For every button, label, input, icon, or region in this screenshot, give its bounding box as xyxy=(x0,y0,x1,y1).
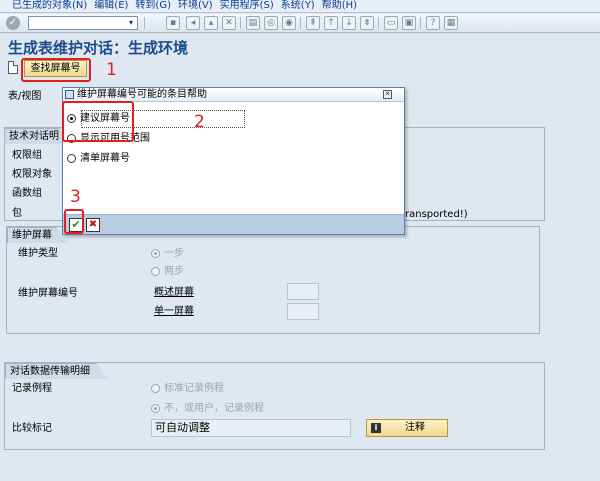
toolbar-separator xyxy=(144,17,145,29)
menu-environment[interactable]: 环境(V) xyxy=(178,0,213,12)
single-screen-input[interactable] xyxy=(287,303,319,320)
package-label: 包 xyxy=(12,208,22,219)
maint-type-label: 维护类型 xyxy=(18,248,58,259)
no-routine-radio[interactable] xyxy=(151,404,160,413)
annotation-number-3: 3 xyxy=(70,187,81,207)
no-routine-label: 不，或用户，记录例程 xyxy=(164,403,264,414)
enter-icon[interactable]: ✓ xyxy=(6,16,20,30)
overview-screen-label: 概述屏幕 xyxy=(154,287,194,298)
two-step-radio[interactable] xyxy=(151,267,160,276)
tech-dialog-tab: 技术对话明 xyxy=(4,128,71,144)
chevron-down-icon[interactable]: ▾ xyxy=(126,18,136,28)
last-page-icon[interactable]: ⇟ xyxy=(360,16,374,30)
document-icon[interactable] xyxy=(8,61,18,74)
menu-generated-objects[interactable]: 已生成的对象(N) xyxy=(12,0,87,12)
cancel-x-icon[interactable]: ✖ xyxy=(86,218,100,232)
popup-title: 维护屏幕编号可能的条目帮助 xyxy=(77,89,207,100)
one-step-label: 一步 xyxy=(164,248,184,259)
back-icon[interactable]: ◂ xyxy=(186,16,200,30)
save-icon[interactable]: ▪ xyxy=(166,16,180,30)
auth-group-label: 权限组 xyxy=(12,150,42,161)
list-screens-radio[interactable] xyxy=(67,154,76,163)
dialog-data-tab: 对话数据传输明细 xyxy=(5,363,108,379)
one-step-radio[interactable] xyxy=(151,249,160,258)
toolbar-separator xyxy=(420,17,421,29)
notes-button[interactable]: i 注释 xyxy=(366,419,448,437)
find-next-icon[interactable]: ◉ xyxy=(282,16,296,30)
first-page-icon[interactable]: ⇞ xyxy=(306,16,320,30)
two-step-label: 两步 xyxy=(164,266,184,277)
window-icon xyxy=(65,90,74,99)
transported-note: ransported!) xyxy=(405,209,468,220)
menu-system[interactable]: 系统(Y) xyxy=(281,0,315,12)
popup-footer: ✔ ✖ xyxy=(63,214,404,234)
prev-page-icon[interactable]: ↑ xyxy=(324,16,338,30)
help-icon[interactable]: ? xyxy=(426,16,440,30)
find-icon[interactable]: ◎ xyxy=(264,16,278,30)
menu-edit[interactable]: 编辑(E) xyxy=(94,0,128,12)
function-group-label: 函数组 xyxy=(12,188,42,199)
overview-screen-input[interactable] xyxy=(287,283,319,300)
layout-icon[interactable]: ▦ xyxy=(444,16,458,30)
annotation-number-1: 1 xyxy=(106,60,117,80)
compare-flag-label: 比较标记 xyxy=(12,423,52,434)
compare-flag-field[interactable]: 可自动调整 xyxy=(151,419,351,437)
print-icon[interactable]: ▤ xyxy=(246,16,260,30)
next-page-icon[interactable]: ↓ xyxy=(342,16,356,30)
annotation-number-2: 2 xyxy=(194,112,205,132)
menu-utilities[interactable]: 实用程序(S) xyxy=(220,0,274,12)
list-screens-label[interactable]: 清单屏幕号 xyxy=(80,153,130,165)
menu-bar: 已生成的对象(N) 编辑(E) 转到(G) 环境(V) 实用程序(S) 系统(Y… xyxy=(0,0,600,13)
menu-goto[interactable]: 转到(G) xyxy=(135,0,171,12)
cancel-icon[interactable]: ✕ xyxy=(222,16,236,30)
table-view-label: 表/视图 xyxy=(8,91,42,102)
maint-screen-no-label: 维护屏幕编号 xyxy=(18,288,78,299)
toolbar-separator xyxy=(378,17,379,29)
annotation-box-2 xyxy=(62,101,134,142)
page-title: 生成表维护对话：生成环境 xyxy=(8,39,189,57)
standard-toolbar: ✓ ▾ ▪ ◂ ▴ ✕ ▤ ◎ ◉ ⇞ ↑ ↓ ⇟ ▭ ▣ ? ▦ xyxy=(0,14,600,33)
standard-routine-radio[interactable] xyxy=(151,384,160,393)
auth-object-label: 权限对象 xyxy=(12,169,52,180)
toolbar-separator xyxy=(240,17,241,29)
exit-icon[interactable]: ▴ xyxy=(204,16,218,30)
maint-screen-group xyxy=(6,226,540,334)
command-field[interactable]: ▾ xyxy=(28,16,138,30)
popup-title-bar: 维护屏幕编号可能的条目帮助 ✕ xyxy=(63,88,404,102)
info-icon: i xyxy=(371,423,381,433)
notes-button-label: 注释 xyxy=(405,422,425,433)
menu-help[interactable]: 帮助(H) xyxy=(322,0,357,12)
annotation-box-3 xyxy=(64,209,84,234)
recording-routine-label: 记录例程 xyxy=(12,383,52,394)
new-session-icon[interactable]: ▭ xyxy=(384,16,398,30)
maint-screen-tab: 维护屏幕 xyxy=(7,227,68,243)
single-screen-label: 单一屏幕 xyxy=(154,306,194,317)
close-icon[interactable]: ✕ xyxy=(383,90,392,99)
toolbar-separator xyxy=(300,17,301,29)
annotation-box-1 xyxy=(21,58,91,82)
shortcut-icon[interactable]: ▣ xyxy=(402,16,416,30)
standard-routine-label: 标准记录例程 xyxy=(164,383,224,394)
